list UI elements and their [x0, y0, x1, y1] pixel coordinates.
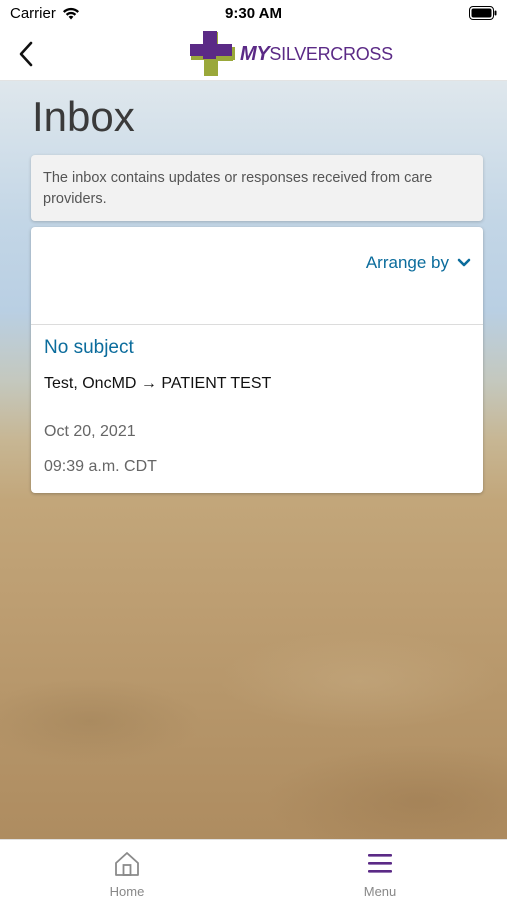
- arrange-by-label: Arrange by: [365, 253, 449, 272]
- navigation-bar: MYSILVERCROSS: [0, 28, 507, 81]
- tab-menu[interactable]: Menu: [320, 840, 440, 901]
- menu-icon: [368, 854, 392, 873]
- battery-icon: [469, 6, 497, 20]
- message-date: Oct 20, 2021: [44, 423, 136, 440]
- chevron-down-icon: [457, 258, 471, 267]
- arrange-by-dropdown[interactable]: Arrange by: [366, 253, 471, 273]
- brand-name: MYSILVERCROSS: [240, 43, 393, 66]
- back-button[interactable]: [10, 36, 42, 72]
- chevron-left-icon: [19, 41, 33, 67]
- inbox-page: Inbox The inbox contains updates or resp…: [0, 81, 507, 839]
- message-time: 09:39 a.m. CDT: [44, 458, 157, 475]
- tab-bar: Home Menu: [0, 839, 507, 901]
- inbox-card: Arrange by No subject Test, OncMD → PATI…: [31, 227, 483, 493]
- brand-logo: MYSILVERCROSS: [190, 30, 393, 78]
- message-list-item[interactable]: No subject Test, OncMD → PATIENT TEST Oc…: [31, 325, 483, 493]
- brand-silvercross: SILVERCROSS: [269, 43, 393, 64]
- status-bar: Carrier 9:30 AM: [0, 0, 507, 28]
- tab-home[interactable]: Home: [67, 840, 187, 901]
- info-text: The inbox contains updates or responses …: [43, 170, 433, 207]
- page-title: Inbox: [32, 93, 135, 140]
- tab-menu-label: Menu: [363, 884, 397, 899]
- tab-home-label: Home: [109, 884, 145, 899]
- message-subject[interactable]: No subject: [44, 337, 134, 359]
- message-sender-recipient: Test, OncMD → PATIENT TEST: [44, 375, 272, 392]
- home-icon: [115, 852, 139, 876]
- clock: 9:30 AM: [225, 5, 282, 22]
- info-banner: The inbox contains updates or responses …: [31, 155, 483, 221]
- brand-my: MY: [240, 42, 270, 65]
- cross-logo-icon: [190, 31, 235, 76]
